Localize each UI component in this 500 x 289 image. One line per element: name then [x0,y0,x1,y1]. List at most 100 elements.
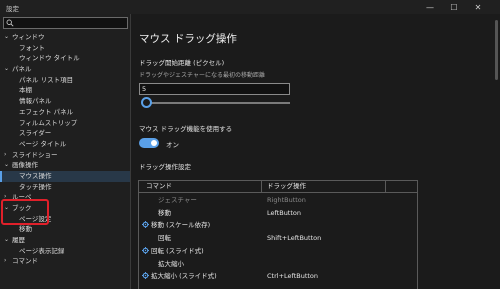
drag-settings-label: ドラッグ操作設定 [139,163,191,171]
sidebar-item-label: パネル [12,65,32,74]
drag-distance-input[interactable]: 5 [139,83,290,95]
command-cell: 回転 (スライド式) [142,245,204,258]
column-divider[interactable] [385,181,386,193]
minimize-button[interactable]: — [418,0,442,14]
command-cell: 拡大縮小 (スライド式) [142,270,217,283]
gear-icon[interactable] [142,271,149,280]
command-cell: 移動 (スケール依存) [142,219,210,232]
command-label: 拡大縮小 (スライド式) [151,272,217,281]
sidebar-item[interactable]: › コマンド [0,256,130,267]
chevron-down-icon[interactable]: ⌄ [4,64,9,75]
drag-distance-slider-thumb[interactable] [141,97,152,108]
sidebar-item[interactable]: フィルムストリップ [0,118,130,129]
main-panel: マウス ドラッグ操作 ドラッグ開始距離 (ピクセル) ドラッグやジェスチャーにな… [132,14,492,289]
sidebar-item-label: エフェクト パネル [19,107,74,116]
sidebar-item-label: 情報パネル [19,97,52,106]
chevron-down-icon[interactable]: ⌄ [4,160,9,171]
table-header: コマンド ドラッグ操作 [139,181,417,193]
highlight-annotation [1,199,49,225]
sidebar-item[interactable]: パネル リスト項目 [0,75,130,86]
sidebar-item-label: スライダー [19,129,52,138]
sidebar-item[interactable]: ⌄ 履歴 [0,235,130,246]
sidebar-item-label: ページ タイトル [19,139,67,148]
sidebar-item[interactable]: › スライドショー [0,150,130,161]
drag-binding-cell[interactable]: Ctrl+LeftButton [267,270,318,283]
drag-distance-slider-track[interactable] [142,102,290,104]
mouse-drag-toggle[interactable] [139,138,159,148]
sidebar-item[interactable]: ⌄ ウィンドウ [0,32,130,43]
sidebar-item[interactable]: マウス操作 [0,170,130,182]
drag-binding-cell[interactable]: RightButton [267,194,306,207]
gear-icon[interactable] [142,246,149,254]
sidebar-item[interactable]: スライダー [0,128,130,139]
sidebar-item-label: 移動 [19,225,32,234]
search-input[interactable] [3,17,128,29]
sidebar-item[interactable]: ページ タイトル [0,139,130,150]
sidebar-item[interactable]: フォント [0,43,130,54]
settings-tree: ⌄ ウィンドウ フォント ウィンドウ タイトル ⌄ パネル パネル リスト項目 本棚 情報パネル… [0,32,130,267]
sidebar-item-label: ウィンドウ [12,33,45,41]
command-cell: 拡大縮小 [158,258,184,271]
sidebar-item[interactable]: 本棚 [0,85,130,96]
sidebar-item-label: 画像操作 [12,161,38,170]
drag-start-label: ドラッグ開始距離 (ピクセル) [139,59,225,67]
sidebar-item-label: コマンド [12,257,38,266]
command-label: 回転 (スライド式) [151,246,204,255]
sidebar-item[interactable]: 情報パネル [0,96,130,107]
command-label: 拡大縮小 [158,259,184,268]
drag-start-description: ドラッグやジェスチャーになる最初の移動距離 [139,72,265,79]
table-row[interactable]: 回転 (スライド式) [139,245,417,258]
toggle-state-text: オン [166,141,179,149]
command-label: 移動 [158,208,171,217]
chevron-down-icon[interactable]: ⌄ [4,235,9,246]
table-row[interactable]: 移動 LeftButton [139,207,417,220]
maximize-button[interactable]: ☐ [442,0,466,14]
column-divider[interactable] [261,181,262,193]
command-label: ジェスチャー [158,196,197,204]
window-title: 設定 [6,5,19,13]
title-bar: 設定 — ☐ ✕ [0,0,500,14]
gear-icon[interactable] [142,220,149,229]
sidebar-item-label: 履歴 [12,236,25,245]
search-icon [6,19,14,27]
sidebar-item-label: 本棚 [19,86,32,95]
command-cell: 回転 [158,232,171,245]
sidebar-item[interactable]: タッチ操作 [0,182,130,193]
drag-binding-cell[interactable]: Shift+LeftButton [267,232,321,245]
sidebar-item-label: ページ表示記録 [19,246,65,255]
column-header-drag[interactable]: ドラッグ操作 [267,181,306,193]
sidebar-item[interactable]: ⌄ 画像操作 [0,160,130,171]
sidebar-item[interactable]: ⌄ パネル [0,64,130,75]
scrollbar[interactable] [493,14,500,289]
chevron-down-icon[interactable]: ⌄ [4,32,9,43]
table-row[interactable]: 拡大縮小 (スライド式) Ctrl+LeftButton [139,270,417,283]
command-label: 回転 [158,234,171,243]
drag-binding-cell[interactable]: LeftButton [267,207,301,220]
sidebar-item[interactable]: 移動 [0,224,130,235]
close-button[interactable]: ✕ [466,0,490,14]
sidebar-item-label: マウス操作 [19,171,52,180]
mouse-drag-label: マウス ドラッグ機能を使用する [139,125,233,133]
command-cell: ジェスチャー [158,194,197,207]
chevron-right-icon[interactable]: › [4,150,6,161]
page-title: マウス ドラッグ操作 [139,33,237,45]
scrollbar-thumb[interactable] [495,20,498,80]
sidebar-item-label: フォント [19,43,45,52]
sidebar-item[interactable]: ウィンドウ タイトル [0,53,130,64]
chevron-right-icon[interactable]: › [4,256,6,267]
table-row[interactable]: ジェスチャー RightButton [139,194,417,207]
command-label: 移動 (スケール依存) [151,221,211,230]
sidebar-item-label: タッチ操作 [19,182,52,191]
sidebar-item-label: スライドショー [12,150,58,159]
column-header-command[interactable]: コマンド [146,181,172,193]
sidebar-item[interactable]: エフェクト パネル [0,107,130,118]
command-cell: 移動 [158,207,171,220]
sidebar-item-label: フィルムストリップ [19,118,78,127]
table-row[interactable]: 拡大縮小 [139,258,417,271]
drag-operation-table: コマンド ドラッグ操作 ジェスチャー RightButton 移動 LeftButto… [138,180,418,289]
table-row[interactable]: 回転 Shift+LeftButton [139,232,417,245]
sidebar-item[interactable]: ページ表示記録 [0,246,130,257]
sidebar: ⌄ ウィンドウ フォント ウィンドウ タイトル ⌄ パネル パネル リスト項目 本棚 情報パネル… [0,14,131,289]
table-row[interactable]: 移動 (スケール依存) [139,219,417,232]
sidebar-item-label: ウィンドウ タイトル [19,54,80,63]
